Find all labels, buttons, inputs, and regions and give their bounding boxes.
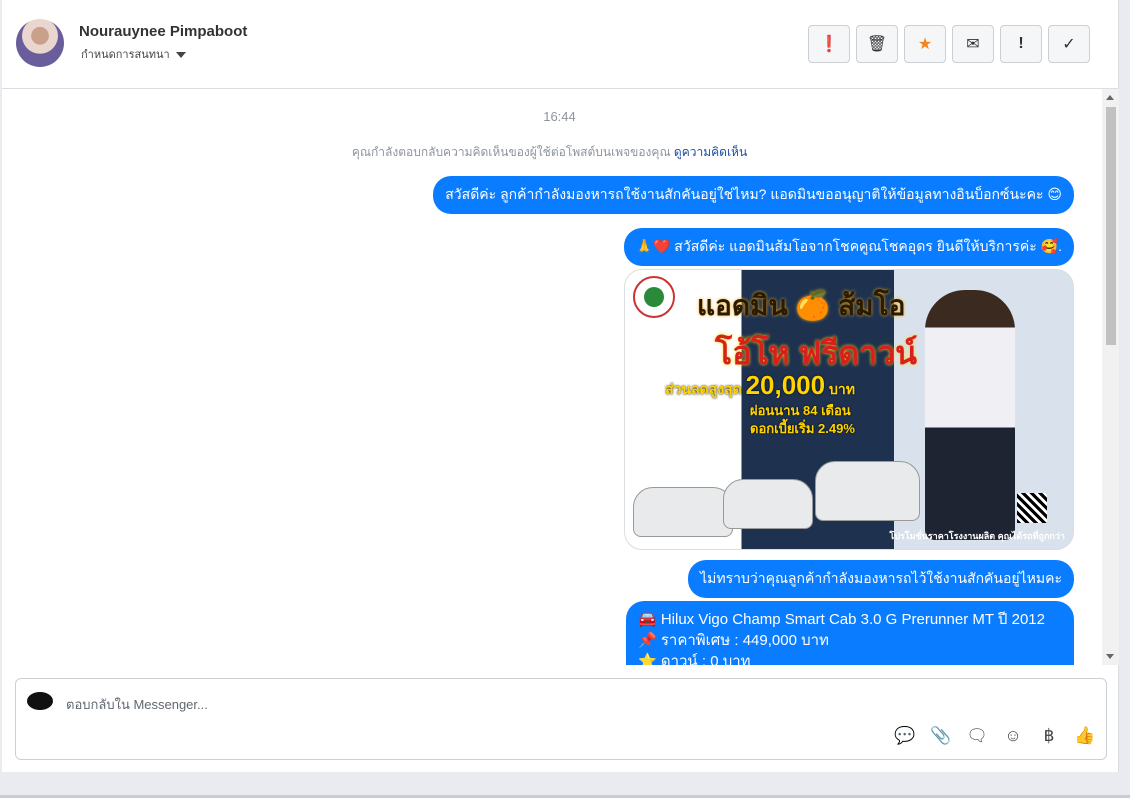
promo-discount: ส่วนลดสูงสุด 20,000 บาท xyxy=(665,370,855,401)
star-icon[interactable]: ★ xyxy=(904,25,946,63)
alert-circle-icon[interactable]: ❗ xyxy=(808,25,850,63)
dealer-logo xyxy=(633,276,675,318)
car-image xyxy=(815,461,920,521)
exclamation-icon[interactable]: ! xyxy=(1000,25,1042,63)
page-avatar xyxy=(27,692,53,710)
car-image xyxy=(723,479,813,529)
discount-label: ส่วนลดสูงสุด xyxy=(665,381,742,397)
caret-down-icon xyxy=(175,52,186,59)
qr-code xyxy=(1017,493,1047,523)
notice-text: คุณกำลังตอบกลับความคิดเห็นของผู้ใช้ต่อโพ… xyxy=(351,145,671,159)
conversation-settings-label: กำหนดการสนทนา xyxy=(81,49,170,61)
chat-bubble-icon[interactable]: 🗨 xyxy=(966,726,988,746)
trash-icon[interactable]: 🗑 xyxy=(856,25,898,63)
view-comment-link[interactable]: ดูความคิดเห็น xyxy=(674,145,747,159)
check-icon[interactable]: ✓ xyxy=(1048,25,1090,63)
promo-title: แอดมิน 🍊 ส้มโอ xyxy=(697,290,906,321)
car-image xyxy=(633,487,733,537)
scrollbar-thumb[interactable] xyxy=(1106,107,1116,345)
timestamp: 16:44 xyxy=(543,109,576,124)
scroll-up-icon[interactable] xyxy=(1106,95,1114,100)
promo-image[interactable]: แอดมิน 🍊 ส้มโอ โอ้โห ฟรีดาวน์ ส่วนลดสูงส… xyxy=(624,269,1074,550)
message-thread: 16:44 คุณกำลังตอบกลับความคิดเห็นของผู้ใช… xyxy=(2,89,1102,665)
baht-icon[interactable]: ฿ xyxy=(1038,726,1060,746)
promo-terms: ผ่อนนาน 84 เดือนดอกเบี้ยเริ่ม 2.49% xyxy=(750,402,855,438)
avatar[interactable] xyxy=(16,19,64,67)
scrollbar[interactable] xyxy=(1102,89,1119,665)
car-details-bubble: 🚘 Hilux Vigo Champ Smart Cab 3.0 G Preru… xyxy=(626,601,1074,665)
discount-value: 20,000 xyxy=(745,370,826,400)
scroll-down-icon[interactable] xyxy=(1106,654,1114,659)
car-down-payment: ⭐ ดาวน์ : 0 บาท xyxy=(638,653,751,665)
reply-composer[interactable]: ตอบกลับใน Messenger... 💬 📎 🗨 ☺ ฿ 👍 xyxy=(15,678,1107,760)
attach-icon[interactable]: 📎 xyxy=(930,726,952,746)
admin-photo xyxy=(925,290,1015,540)
like-icon[interactable]: 👍 xyxy=(1074,726,1096,746)
interest: ดอกเบี้ยเริ่ม 2.49% xyxy=(750,421,855,436)
message-bubble: 🙏❤️ สวัสดีค่ะ แอดมินส้มโอจากโชคคูณโชคอุด… xyxy=(623,228,1074,266)
message-bubble: ไม่ทราบว่าคุณลูกค้ากำลังมองหารถไว้ใช้งาน… xyxy=(688,560,1074,598)
saved-reply-icon[interactable]: 💬 xyxy=(894,726,916,746)
contact-name[interactable]: Nourauynee Pimpaboot xyxy=(79,23,247,40)
installment: ผ่อนนาน 84 เดือน xyxy=(750,403,851,418)
currency: บาท xyxy=(828,381,855,397)
promo-footer: โปรโมชั่นราคาโรงงานผลิต คุณได้รถที่ถูกกว… xyxy=(889,531,1065,541)
conversation-panel: Nourauynee Pimpaboot กำหนดการสนทนา ❗ 🗑 ★… xyxy=(2,0,1119,772)
car-price: 📌 ราคาพิเศษ : 449,000 บาท xyxy=(638,632,829,649)
car-model: 🚘 Hilux Vigo Champ Smart Cab 3.0 G Preru… xyxy=(638,611,1045,628)
message-bubble: สวัสดีค่ะ ลูกค้ากำลังมองหารถใช้งานสักคัน… xyxy=(433,176,1074,214)
reply-input[interactable]: ตอบกลับใน Messenger... xyxy=(66,694,208,715)
toolbar: ❗ 🗑 ★ ✉ ! ✓ xyxy=(808,25,1090,63)
envelope-icon[interactable]: ✉ xyxy=(952,25,994,63)
conversation-header: Nourauynee Pimpaboot กำหนดการสนทนา ❗ 🗑 ★… xyxy=(2,0,1119,89)
conversation-settings-dropdown[interactable]: กำหนดการสนทนา xyxy=(81,45,186,63)
reply-notice: คุณกำลังตอบกลับความคิดเห็นของผู้ใช้ต่อโพ… xyxy=(2,143,1097,162)
emoji-icon[interactable]: ☺ xyxy=(1002,726,1024,746)
composer-actions: 💬 📎 🗨 ☺ ฿ 👍 xyxy=(894,726,1096,746)
